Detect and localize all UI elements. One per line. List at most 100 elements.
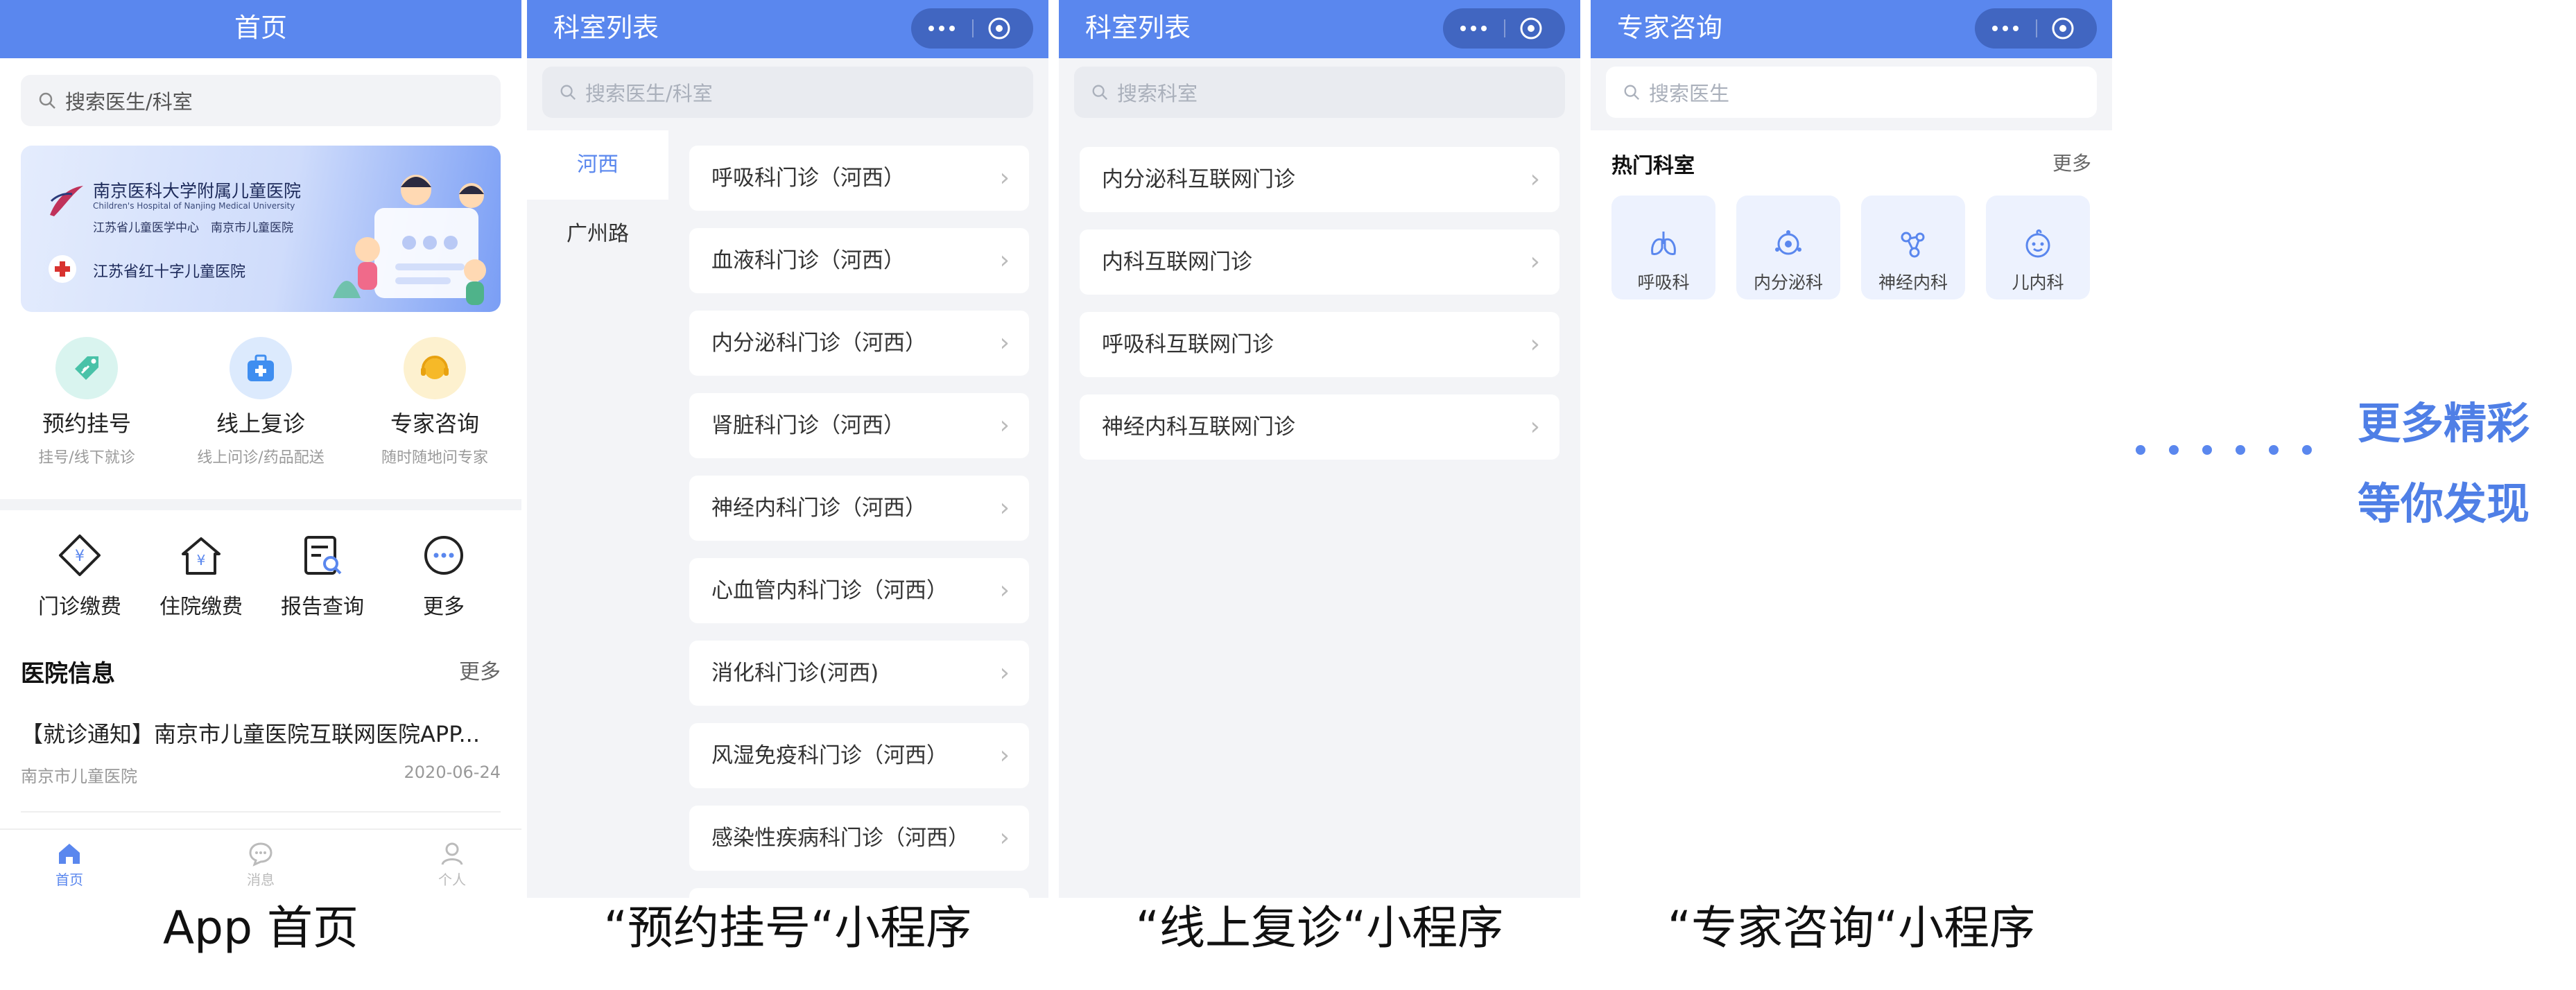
service-title: 线上复诊 <box>216 410 305 437</box>
search-input[interactable]: 搜索科室 <box>1074 67 1565 118</box>
service-title: 预约挂号 <box>42 410 131 437</box>
quick-inpatient-payment[interactable]: ¥ 住院缴费 <box>142 531 260 620</box>
dept-tile-endocrinology[interactable]: 内分泌科 <box>1736 196 1840 299</box>
capsule-divider <box>1504 19 1505 37</box>
page-title: 科室列表 <box>1085 12 1191 43</box>
search-icon <box>560 85 576 101</box>
chevron-right-icon: › <box>999 659 1010 687</box>
chevron-right-icon: › <box>1530 165 1540 193</box>
search-input[interactable]: 搜索医生 <box>1606 67 2097 118</box>
search-icon <box>1624 85 1640 101</box>
service-appointment[interactable]: 预约挂号 挂号/线下就诊 <box>0 337 173 467</box>
banner-hospital-english: Children's Hospital of Nanjing Medical U… <box>93 201 295 211</box>
service-online-revisit[interactable]: 线上复诊 线上问诊/药品配送 <box>174 337 347 467</box>
yuan-diamond-icon: ¥ <box>55 531 104 580</box>
service-title: 专家咨询 <box>390 410 479 437</box>
list-item[interactable]: 呼吸科互联网门诊 › <box>1080 312 1559 377</box>
list-item[interactable]: 呼吸科门诊（河西） › <box>689 146 1029 211</box>
tab-label: 消息 <box>247 871 275 888</box>
service-subtitle: 线上问诊/药品配送 <box>197 449 325 467</box>
sidebar-item-guangzhoulu[interactable]: 广州路 <box>527 200 668 269</box>
more-menu-button[interactable] <box>911 8 972 49</box>
list-item[interactable]: 感染性疾病科门诊（河西） › <box>689 806 1029 871</box>
tab-label: 首页 <box>55 871 83 888</box>
dept-tile-respiratory[interactable]: 呼吸科 <box>1611 196 1715 299</box>
chevron-right-icon: › <box>999 576 1010 605</box>
banner-illustration <box>333 175 486 305</box>
dept-tile-pediatrics[interactable]: 儿内科 <box>1986 196 2090 299</box>
dept-tile-neurology[interactable]: 神经内科 <box>1861 196 1965 299</box>
chevron-right-icon: › <box>999 164 1010 192</box>
quick-outpatient-payment[interactable]: ¥ 门诊缴费 <box>21 531 139 620</box>
service-subtitle: 随时随地问专家 <box>381 449 488 467</box>
section-divider <box>0 499 521 510</box>
search-input[interactable]: 搜索医生/科室 <box>542 67 1033 118</box>
search-placeholder: 搜索医生/科室 <box>65 90 193 114</box>
list-item[interactable]: 消化科门诊(河西) › <box>689 641 1029 706</box>
chevron-right-icon: › <box>1530 330 1540 358</box>
department-name: 内分泌科互联网门诊 <box>1102 167 1295 192</box>
list-item[interactable]: 内科互联网门诊 › <box>1080 229 1559 295</box>
quick-report-query[interactable]: 报告查询 <box>263 531 381 620</box>
report-search-icon <box>298 531 347 580</box>
search-input[interactable]: 搜索医生/科室 <box>21 75 501 126</box>
list-item[interactable]: 肾脏科门诊（河西） › <box>689 393 1029 458</box>
svg-text:¥: ¥ <box>75 548 85 565</box>
hospital-logo-icon <box>50 186 83 216</box>
capsule-divider <box>972 19 974 37</box>
list-item[interactable]: 内分泌科门诊（河西） › <box>689 311 1029 376</box>
chevron-right-icon: › <box>999 246 1010 275</box>
close-icon[interactable] <box>986 15 1012 42</box>
tab-messages[interactable]: 消息 <box>219 838 302 889</box>
department-name: 血液科门诊（河西） <box>711 248 905 273</box>
miniprogram-capsule <box>911 8 1033 49</box>
news-title[interactable]: 【就诊通知】南京市儿童医院互联网医院APP... <box>21 717 499 749</box>
chevron-right-icon: › <box>999 741 1010 770</box>
chevron-right-icon: › <box>999 494 1010 522</box>
hospital-info-more-link[interactable]: 更多 <box>459 654 501 685</box>
hot-departments-more-link[interactable]: 更多 <box>2052 148 2091 176</box>
search-placeholder: 搜索科室 <box>1117 82 1198 105</box>
department-name: 内分泌科门诊（河西） <box>711 331 926 356</box>
close-icon[interactable] <box>1518 15 1544 42</box>
search-placeholder: 搜索医生/科室 <box>585 82 713 105</box>
child-face-icon <box>1986 196 2090 261</box>
dept-label: 神经内科 <box>1878 272 1948 293</box>
list-item[interactable]: 心血管内科门诊（河西） › <box>689 558 1029 623</box>
search-placeholder: 搜索医生 <box>1649 82 1730 105</box>
tab-label: 个人 <box>438 871 466 888</box>
message-icon <box>219 838 302 869</box>
tab-profile[interactable]: 个人 <box>410 838 494 889</box>
service-expert-consult[interactable]: 专家咨询 随时随地问专家 <box>348 337 521 467</box>
capsule-divider <box>2036 19 2037 37</box>
home-topbar: 首页 <box>0 0 521 58</box>
more-menu-button[interactable] <box>1443 8 1504 49</box>
more-line-1: 更多精彩 <box>2358 398 2530 449</box>
close-icon[interactable] <box>2050 15 2076 42</box>
department-name: 消化科门诊(河西) <box>711 661 879 686</box>
hospital-banner[interactable]: 南京医科大学附属儿童医院 Children's Hospital of Nanj… <box>21 146 501 312</box>
list-item[interactable]: 内分泌科互联网门诊 › <box>1080 147 1559 212</box>
news-date: 2020-06-24 <box>404 763 501 782</box>
search-icon <box>1092 85 1108 101</box>
list-item[interactable]: 风湿免疫科门诊（河西） › <box>689 723 1029 788</box>
miniprogram-topbar: 专家咨询 <box>1591 0 2112 58</box>
expert-consult-miniprogram-screen: 专家咨询 搜索医生 热门科室 更多 呼吸科 内分泌科 神经内科 儿内科 <box>1591 0 2112 898</box>
more-icon <box>420 531 468 580</box>
department-name: 神经内科门诊（河西） <box>711 496 926 521</box>
list-item[interactable]: 神经内科门诊（河西） › <box>689 476 1029 541</box>
list-item[interactable]: 神经内科互联网门诊 › <box>1080 394 1559 460</box>
chevron-right-icon: › <box>1530 412 1540 441</box>
news-source: 南京市儿童医院 <box>21 767 137 786</box>
tab-home[interactable]: 首页 <box>28 838 111 889</box>
sidebar-item-hexi[interactable]: 河西 <box>527 130 668 200</box>
divider <box>21 811 501 813</box>
more-menu-button[interactable] <box>1975 8 2036 49</box>
region-sidebar: 河西 广州路 <box>527 130 668 898</box>
department-name: 内科互联网门诊 <box>1102 250 1252 275</box>
banner-hospital-name: 南京医科大学附属儿童医院 <box>93 181 302 201</box>
caption-expert-consult-miniprogram: “专家咨询“小程序 <box>1667 901 2036 955</box>
list-item[interactable]: 血液科门诊（河西） › <box>689 228 1029 293</box>
quick-label: 报告查询 <box>281 595 364 619</box>
quick-more[interactable]: 更多 <box>385 531 503 620</box>
